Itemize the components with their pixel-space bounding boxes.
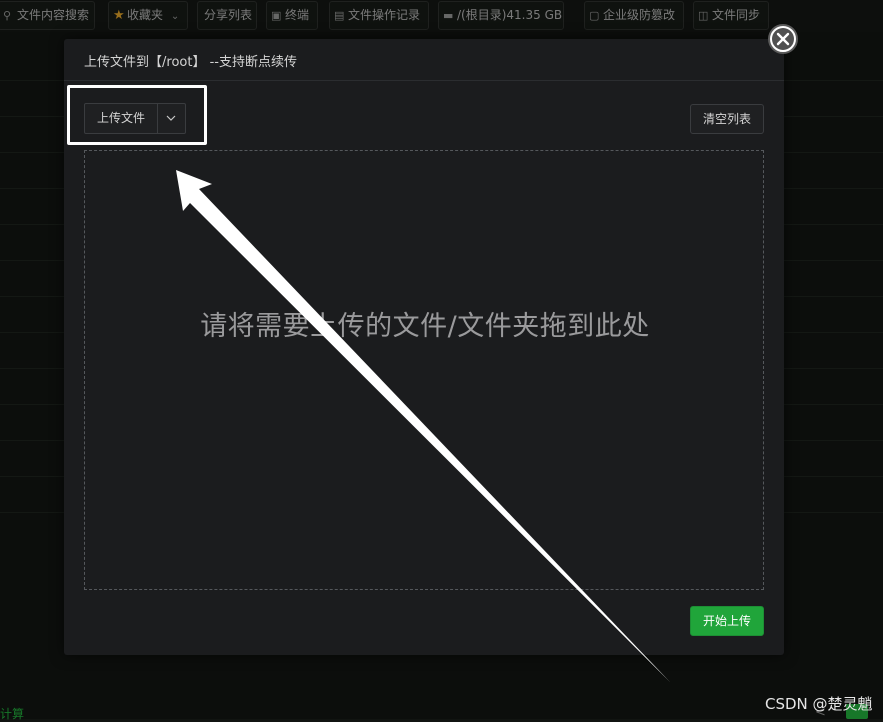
csdn-watermark: CSDN @楚灵魈 xyxy=(765,695,873,713)
annotation-arrow-icon xyxy=(176,170,670,682)
